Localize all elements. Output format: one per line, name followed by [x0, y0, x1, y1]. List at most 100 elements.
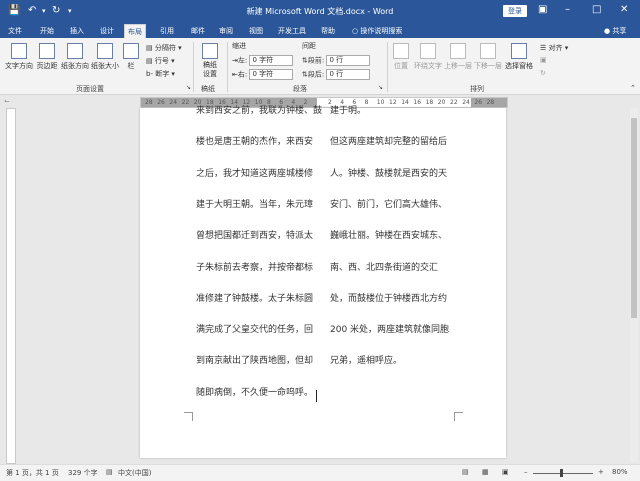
text-line: 处，而鼓楼位于钟楼西北方约	[330, 293, 448, 304]
draft-paper-icon	[202, 43, 218, 59]
language-indicator[interactable]: 中文(中国)	[118, 468, 151, 478]
draft-group-label: 稿纸	[201, 85, 215, 93]
ribbon-display-options-icon[interactable]: ▣	[538, 4, 547, 15]
word-count[interactable]: 329 个字	[68, 468, 98, 478]
zoom-level[interactable]: 80%	[612, 468, 628, 476]
columns-button[interactable]: 栏	[123, 43, 139, 71]
ruler-tick-label: 24	[462, 99, 470, 106]
text-line: 200 米处，两座建筑就像同胞	[330, 325, 450, 336]
collapse-ribbon-icon[interactable]: ⌃	[630, 84, 636, 92]
indent-right-row: ⇤右: 0 字符	[232, 69, 294, 80]
status-bar: 第 1 页，共 1 页 329 个字 ▤ 中文(中国) ▤ ▦ ▣ – + 80…	[0, 464, 640, 481]
position-button[interactable]: 位置	[390, 43, 412, 71]
vertical-scrollbar[interactable]	[630, 108, 638, 462]
title-bar: 💾 ↶ ▾ ↻ ▾ 新建 Microsoft Word 文档.docx - Wo…	[0, 0, 640, 22]
margins-icon	[39, 43, 55, 59]
separator	[387, 42, 388, 92]
tab-review[interactable]: 审阅	[216, 24, 236, 38]
selection-pane-icon	[511, 43, 527, 59]
text-line: 楼也是唐王朝的杰作，来西安	[196, 137, 314, 148]
group-icon: ▣	[540, 56, 547, 64]
bring-forward-button[interactable]: 上移一层	[443, 43, 473, 71]
indent-right-input[interactable]: 0 字符	[249, 69, 294, 80]
text-cursor	[316, 390, 317, 402]
send-backward-button[interactable]: 下移一层	[473, 43, 503, 71]
zoom-slider[interactable]	[533, 473, 593, 474]
ruler-tick-label: 28	[145, 99, 153, 106]
draft-settings-button[interactable]: 稿纸设置	[197, 43, 223, 79]
share-button[interactable]: ● 共享	[604, 24, 626, 38]
maximize-icon[interactable]: □	[592, 4, 601, 15]
ruler-tick-label: 20	[437, 99, 446, 106]
group-objects-button[interactable]: ▣	[540, 56, 547, 64]
tab-selector-icon[interactable]: ⌙	[4, 97, 10, 105]
tab-layout[interactable]: 布局	[124, 24, 146, 39]
orientation-button[interactable]: 纸张方向	[60, 43, 90, 71]
minimize-icon[interactable]: –	[565, 4, 570, 15]
tab-references[interactable]: 引用	[157, 24, 177, 38]
spacing-before-row: ⇅段前: 0 行	[302, 55, 371, 66]
tab-design[interactable]: 设计	[97, 24, 117, 38]
tab-insert[interactable]: 插入	[67, 24, 87, 38]
breaks-button[interactable]: ▤ 分隔符 ▾	[146, 43, 182, 53]
vertical-ruler[interactable]	[6, 108, 16, 464]
text-line: 安门、前门，它们高大雄伟、	[330, 199, 448, 210]
tell-me-search[interactable]: ○ 操作说明搜索	[352, 24, 402, 38]
crop-mark	[454, 412, 463, 421]
page-count[interactable]: 第 1 页，共 1 页	[6, 468, 59, 478]
text-direction-button[interactable]: 文字方向	[4, 43, 34, 71]
spacing-after-row: ⇅段后: 0 行	[302, 69, 371, 80]
page-setup-group-label: 页面设置	[76, 85, 104, 93]
selection-pane-button[interactable]: 选择窗格	[504, 43, 534, 71]
print-layout-icon[interactable]: ▦	[482, 468, 489, 476]
scrollbar-thumb[interactable]	[631, 118, 637, 318]
ribbon: 文字方向 页边距 纸张方向 纸张大小 栏 ▤ 分隔符 ▾ ▤ 行号 ▾ b‑ 断…	[0, 38, 640, 95]
login-button[interactable]: 登录	[503, 5, 527, 17]
text-line: 来到西安之前，我联为钟楼、鼓	[196, 106, 323, 116]
ruler-tick-label: 22	[181, 99, 190, 106]
zoom-in-icon[interactable]: +	[598, 468, 604, 476]
paragraph-launcher-icon[interactable]: ↘	[378, 84, 383, 91]
text-line: 随即病倒，不久便一命呜呼。	[196, 387, 314, 398]
text-line: 建于大明王朝。当年，朱元璋	[196, 199, 314, 210]
text-line: 南、西、北四条街道的交汇	[330, 262, 439, 273]
ribbon-tabs: 文件 开始 插入 设计 布局 引用 邮件 审阅 视图 开发工具 帮助 ○ 操作说…	[0, 22, 640, 39]
spacing-header: 间距	[302, 42, 316, 50]
align-icon: ☰	[540, 44, 549, 52]
document-page[interactable]: 来到西安之前，我联为钟楼、鼓 楼也是唐王朝的杰作，来西安 之后，我才知道这两座城楼修…	[140, 106, 506, 458]
page-setup-launcher-icon[interactable]: ↘	[186, 84, 191, 91]
text-line: 准修建了钟鼓楼。太子朱标圆	[196, 293, 314, 304]
hyphenation-button[interactable]: b‑ 断字 ▾	[146, 69, 175, 79]
tab-mailings[interactable]: 邮件	[188, 24, 208, 38]
wrap-text-button[interactable]: 环绕文字	[413, 43, 443, 71]
zoom-slider-thumb[interactable]	[560, 469, 563, 477]
web-layout-icon[interactable]: ▣	[502, 468, 509, 476]
tab-view[interactable]: 视图	[246, 24, 266, 38]
tab-help[interactable]: 帮助	[318, 24, 338, 38]
proofing-icon[interactable]: ▤	[106, 468, 113, 476]
ruler-tick-label: 12	[389, 99, 397, 106]
size-button[interactable]: 纸张大小	[90, 43, 120, 71]
spacing-before-input[interactable]: 0 行	[326, 55, 371, 66]
tab-developer[interactable]: 开发工具	[275, 24, 309, 38]
align-button[interactable]: ☰ 对齐 ▾	[540, 43, 568, 53]
line-numbers-button[interactable]: ▤ 行号 ▾	[146, 56, 175, 66]
text-line: 子朱标前去考察，并按帝都标	[196, 262, 314, 273]
rotate-button[interactable]: ↻	[540, 69, 546, 77]
text-line: 之后，我才知道这两座城楼修	[196, 168, 314, 179]
indent-left-row: ⇥左: 0 字符	[232, 55, 294, 66]
ruler-tick-label: 10	[376, 99, 385, 106]
spacing-after-input[interactable]: 0 行	[326, 69, 371, 80]
text-line: 人。钟楼、鼓楼就是西安的天	[330, 168, 448, 179]
zoom-out-icon[interactable]: –	[524, 468, 528, 476]
read-mode-icon[interactable]: ▤	[462, 468, 469, 476]
ruler-tick-label: 16	[413, 99, 422, 106]
text-direction-icon	[11, 43, 27, 59]
line-numbers-icon: ▤	[146, 57, 155, 65]
tab-file[interactable]: 文件	[5, 24, 25, 38]
close-icon[interactable]: ✕	[620, 4, 628, 15]
ruler-tick-label: 26	[157, 99, 165, 106]
indent-left-input[interactable]: 0 字符	[249, 55, 294, 66]
tab-home[interactable]: 开始	[37, 24, 57, 38]
margins-button[interactable]: 页边距	[34, 43, 60, 71]
